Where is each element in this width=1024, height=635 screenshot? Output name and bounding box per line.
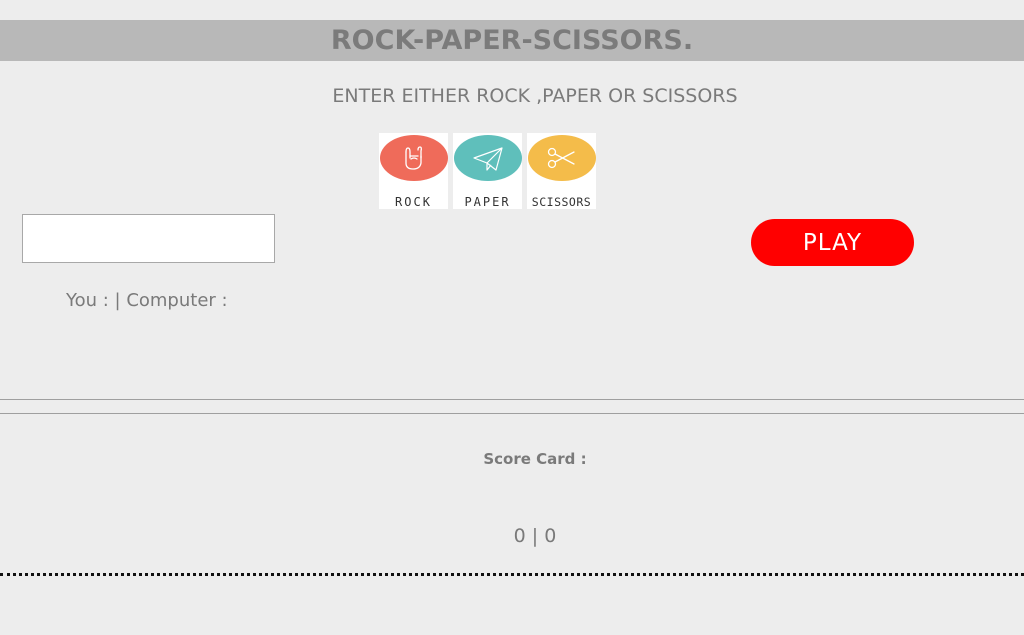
score-value: 0 | 0 [513, 525, 557, 547]
divider-bottom [0, 413, 1024, 414]
rock-label: ROCK [395, 195, 432, 209]
result-text: You : | Computer : [66, 290, 228, 311]
page: ROCK-PAPER-SCISSORS. ENTER EITHER ROCK ,… [0, 0, 1024, 635]
paper-label: PAPER [464, 195, 511, 209]
rock-hand-icon [380, 135, 448, 181]
scissors-label: SCISSORS [531, 195, 592, 209]
page-title: ROCK-PAPER-SCISSORS. [0, 20, 1024, 61]
paper-plane-icon [454, 135, 522, 181]
divider-top [0, 399, 1024, 400]
scissors-choice-image: SCISSORS [527, 133, 596, 209]
play-button[interactable]: PLAY [751, 219, 914, 266]
rock-choice-image: ROCK [379, 133, 448, 209]
paper-choice-image: PAPER [453, 133, 522, 209]
score-card-title: Score Card : [483, 450, 587, 468]
instruction-text: ENTER EITHER ROCK ,PAPER OR SCISSORS [332, 85, 738, 107]
move-input[interactable] [22, 214, 275, 263]
scissors-icon [528, 135, 596, 181]
dotted-divider [0, 573, 1024, 576]
choice-images: ROCK PAPER SCISSORS [379, 133, 596, 209]
